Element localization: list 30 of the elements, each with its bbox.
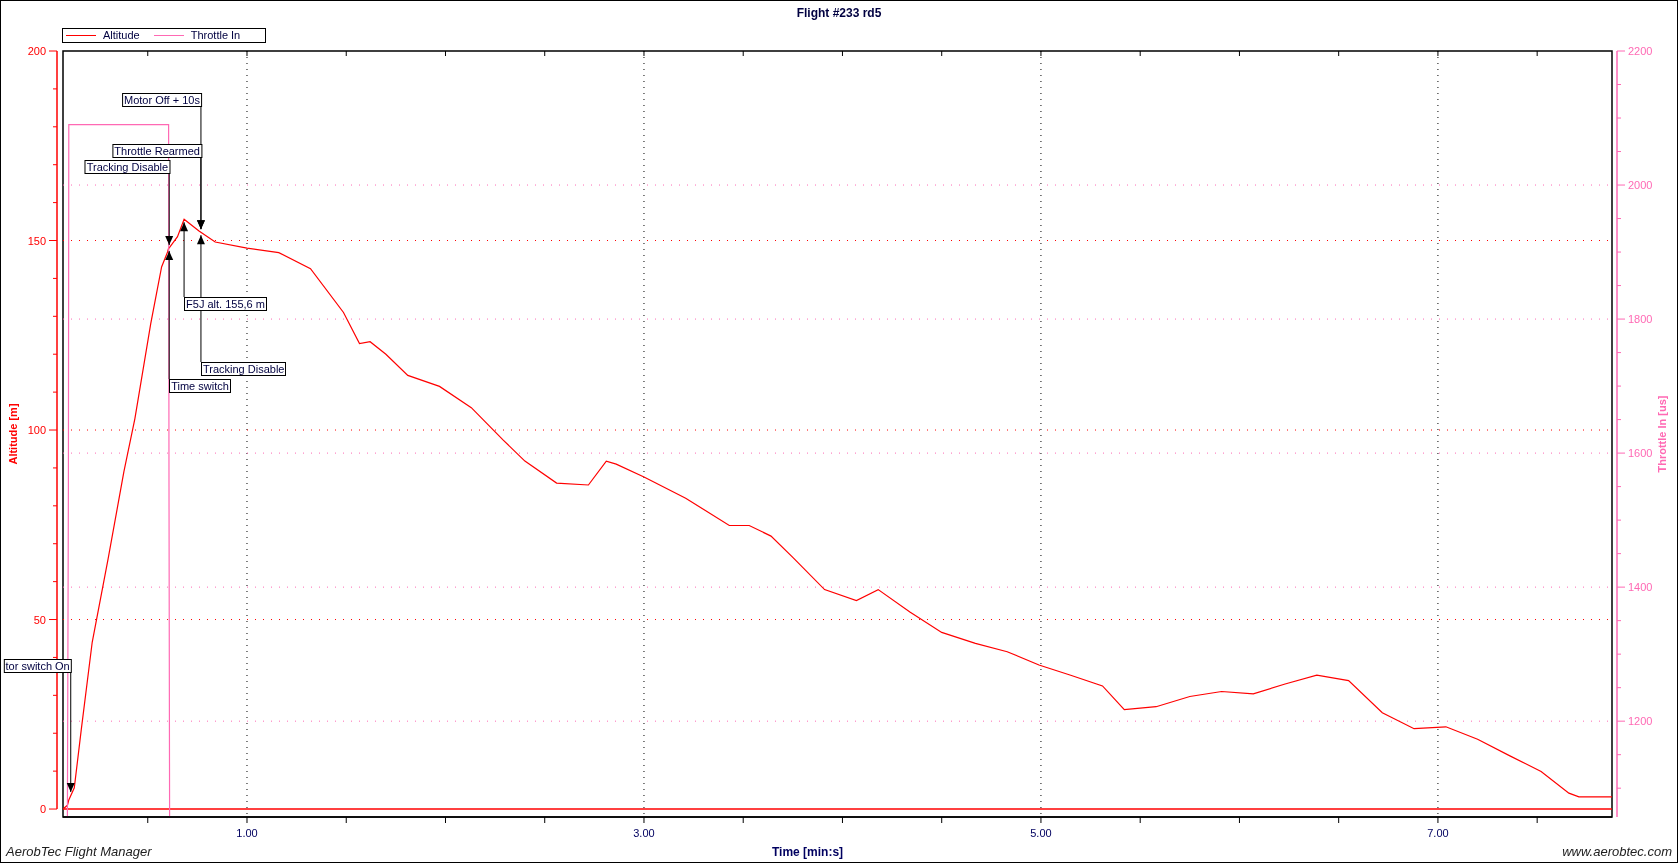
website-text: www.aerobtec.com xyxy=(1562,842,1672,861)
tick-label: 150 xyxy=(27,234,46,247)
annotation-label: Throttle Rearmed xyxy=(112,144,202,158)
tick-label: 1200 xyxy=(1628,715,1653,728)
annotation-label: Time switch xyxy=(169,379,231,393)
tick-label: 100 xyxy=(27,424,46,436)
axis-title: Altitude [m] xyxy=(7,403,19,465)
annotation-label: Motor Off + 10s xyxy=(122,93,202,107)
tick-label: 2200 xyxy=(1628,45,1653,57)
app-name: AerobTec Flight Manager xyxy=(6,842,152,861)
tick-label: 2000 xyxy=(1628,179,1653,192)
tick-label: 3.00 xyxy=(633,827,655,839)
tick-label: 50 xyxy=(33,613,46,626)
annotation-label: Tracking Disable xyxy=(84,160,171,174)
chart-title: Flight #233 rd5 xyxy=(795,5,883,21)
legend-label: Altitude xyxy=(103,28,140,44)
axis-title: Time [min:s] xyxy=(771,845,844,859)
tick-label: 0 xyxy=(39,803,46,816)
tick-label: 1800 xyxy=(1628,313,1653,326)
legend-label: Throttle In xyxy=(190,28,241,44)
tick-label: 7.00 xyxy=(1427,827,1449,839)
annotation-label: F5J alt. 155,6 m xyxy=(184,297,267,311)
annotation-label: Tracking Disable xyxy=(200,362,287,376)
tick-label: 1400 xyxy=(1628,581,1653,594)
annotation-label: tor switch On xyxy=(3,659,72,673)
axis-title: Throttle In [us] xyxy=(1656,395,1668,473)
tick-label: 1600 xyxy=(1628,447,1653,460)
tick-label: 1.00 xyxy=(236,827,258,839)
tick-label: 200 xyxy=(27,45,46,57)
tick-label: 5.00 xyxy=(1030,827,1052,839)
